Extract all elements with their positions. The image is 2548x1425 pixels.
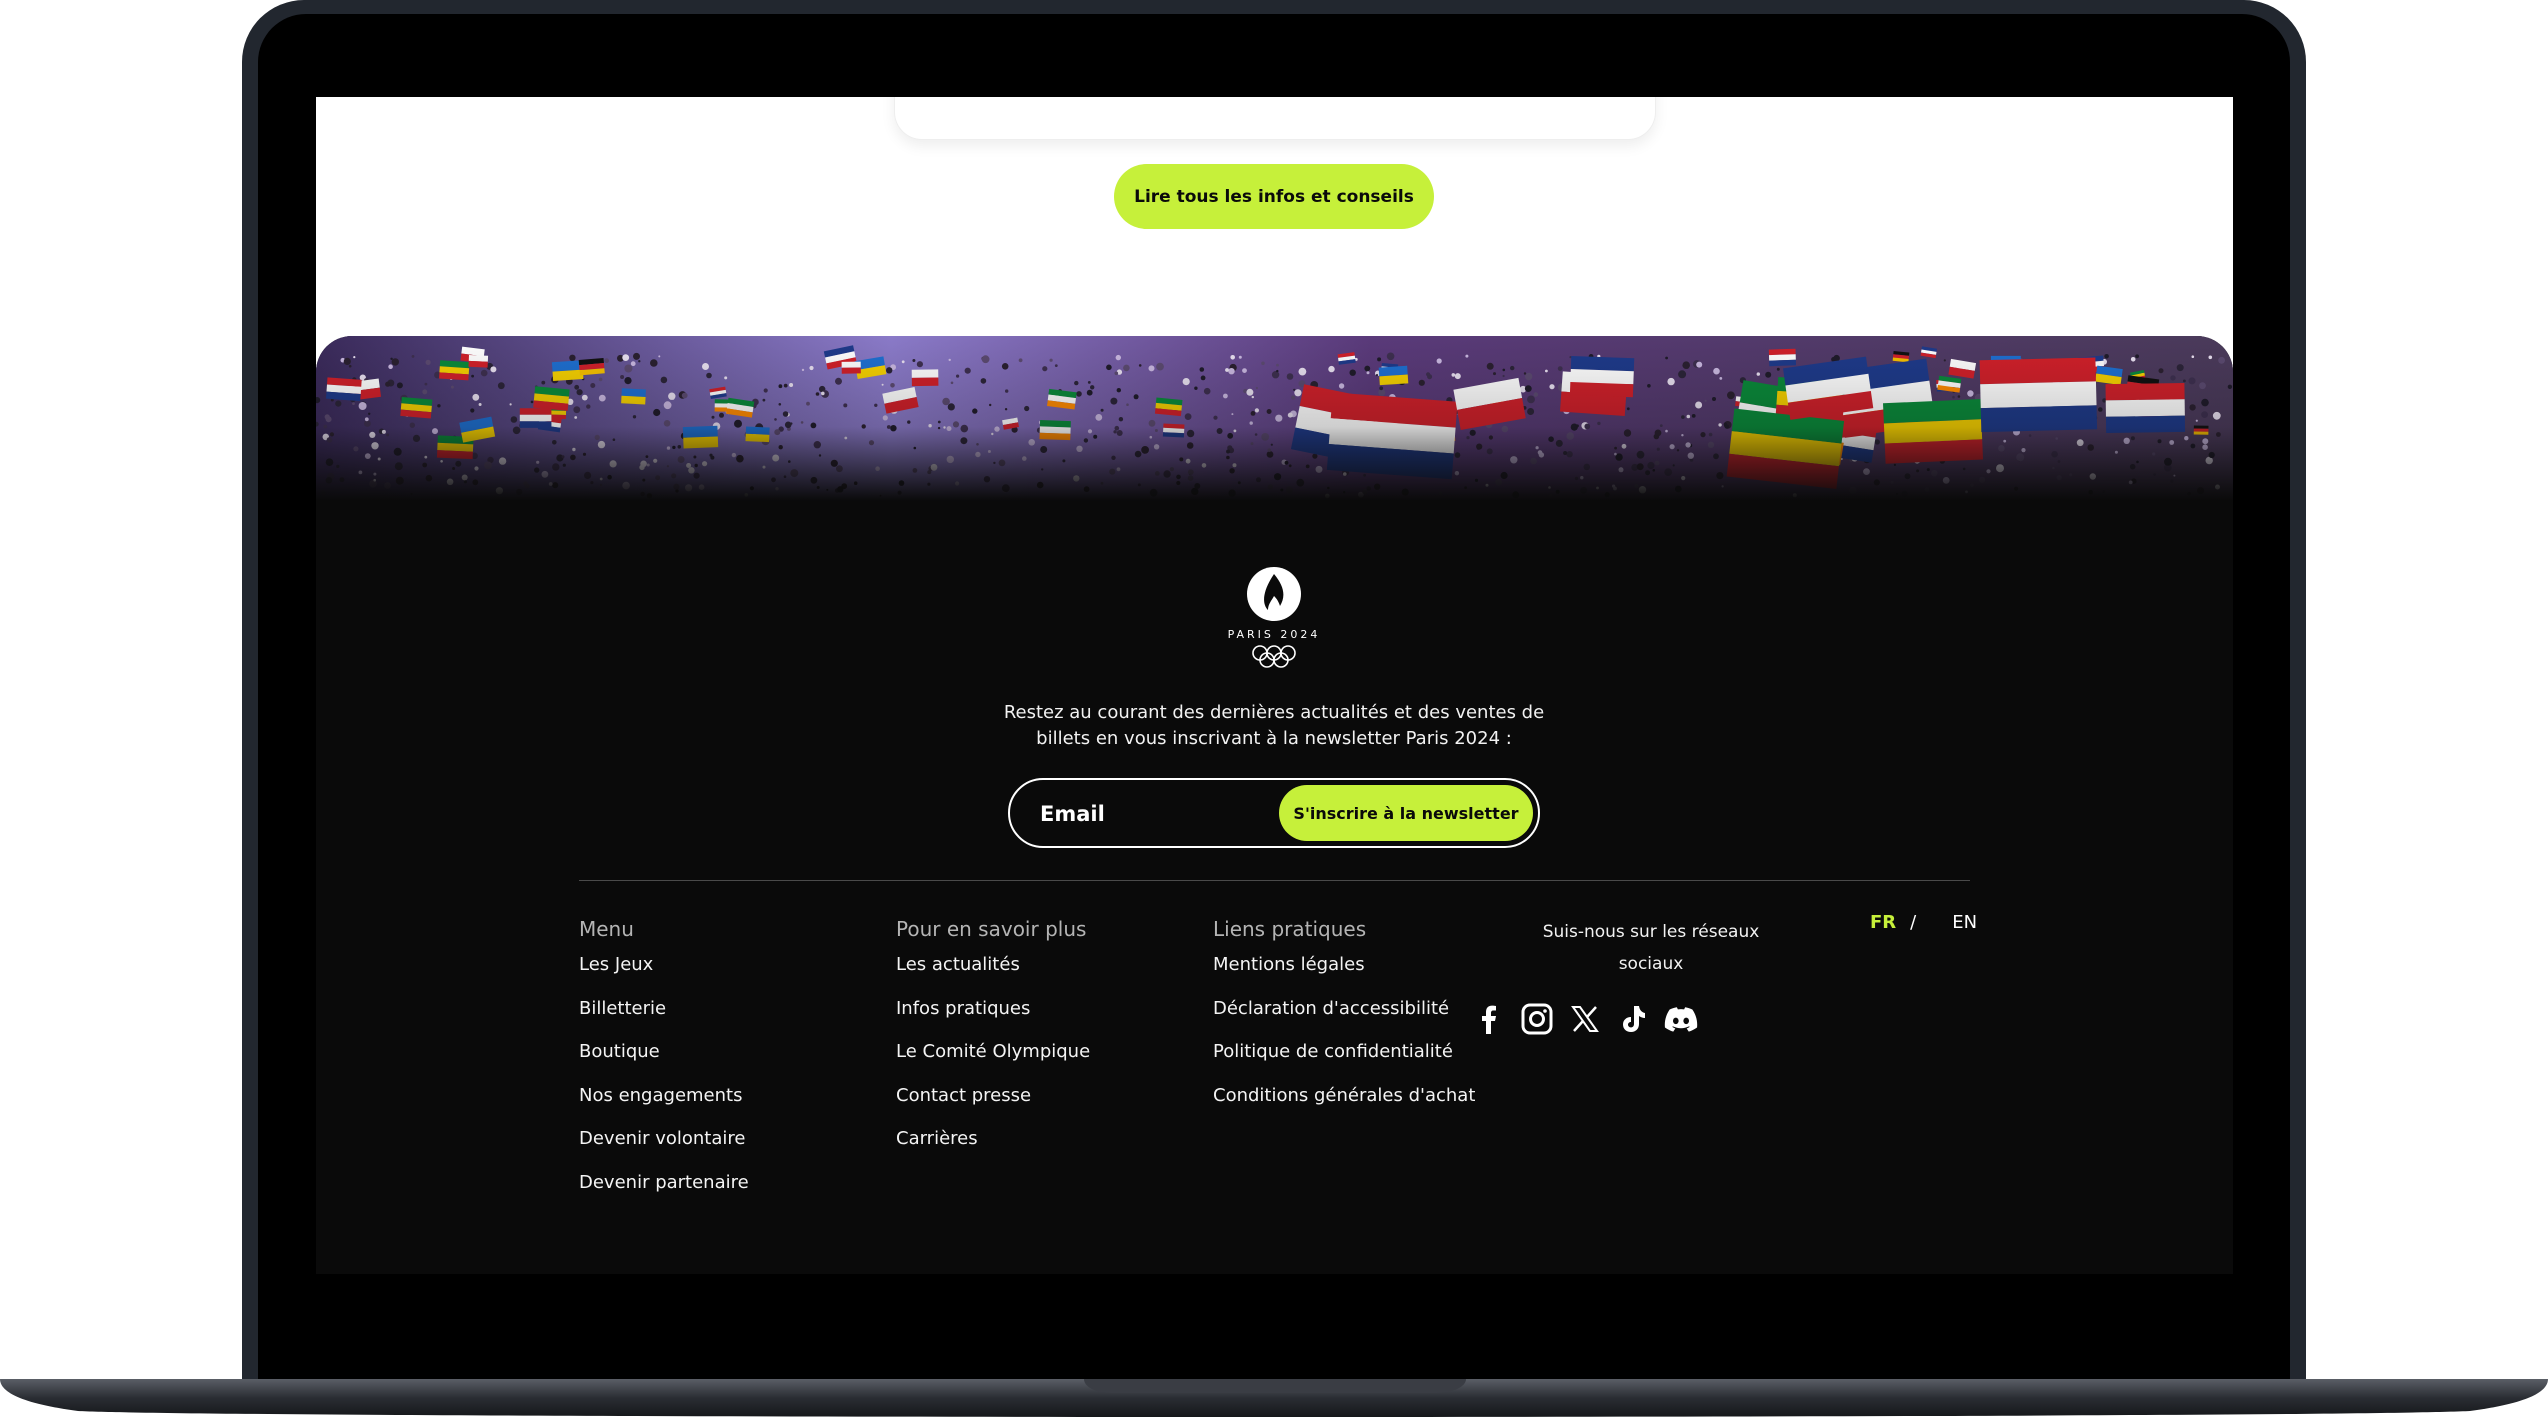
newsletter-form: S'inscrire à la newsletter xyxy=(1008,778,1540,848)
column-title: Menu xyxy=(579,917,634,941)
footer-link[interactable]: Les Jeux xyxy=(579,954,749,998)
facebook-icon[interactable] xyxy=(1472,1002,1506,1036)
footer-link[interactable]: Mentions légales xyxy=(1213,954,1475,998)
crowd-banner-image xyxy=(316,336,2233,501)
subscribe-newsletter-button[interactable]: S'inscrire à la newsletter xyxy=(1279,785,1533,841)
footer-link[interactable]: Conditions générales d'achat xyxy=(1213,1085,1475,1129)
footer-link[interactable]: Les actualités xyxy=(896,954,1090,998)
footer-link[interactable]: Boutique xyxy=(579,1041,749,1085)
laptop-base xyxy=(0,1379,2548,1421)
footer-column-menu: Menu Les Jeux Billetterie Boutique Nos e… xyxy=(579,916,749,1215)
language-fr[interactable]: FR xyxy=(1870,912,1896,933)
language-en[interactable]: EN xyxy=(1952,912,1977,933)
footer-link[interactable]: Politique de confidentialité xyxy=(1213,1041,1475,1085)
social-icons xyxy=(1472,1002,1846,1036)
footer-link[interactable]: Déclaration d'accessibilité xyxy=(1213,998,1475,1042)
paris-2024-logo[interactable]: PARIS 2024 xyxy=(1226,566,1322,676)
social-section: Suis-nous sur les réseaux sociaux xyxy=(1482,916,1846,1036)
read-all-info-button[interactable]: Lire tous les infos et conseils xyxy=(1114,164,1434,229)
footer-column-practical-links: Liens pratiques Mentions légales Déclara… xyxy=(1213,916,1475,1128)
browser-viewport: Lire tous les infos et conseils PARIS 20… xyxy=(316,97,2233,1274)
language-separator: / xyxy=(1910,912,1917,933)
footer-link[interactable]: Devenir partenaire xyxy=(579,1172,749,1216)
footer-link[interactable]: Carrières xyxy=(896,1128,1090,1172)
language-switcher: FR / EN xyxy=(1870,912,1977,933)
footer-divider xyxy=(579,880,1970,881)
logo-text: PARIS 2024 xyxy=(1228,628,1321,641)
instagram-icon[interactable] xyxy=(1520,1002,1554,1036)
footer-link[interactable]: Billetterie xyxy=(579,998,749,1042)
content-card xyxy=(894,97,1656,140)
footer-column-learn-more: Pour en savoir plus Les actualités Infos… xyxy=(896,916,1090,1172)
site-footer: PARIS 2024 Restez au courant des dernièr… xyxy=(316,336,2233,1274)
discord-icon[interactable] xyxy=(1664,1002,1698,1036)
x-icon[interactable] xyxy=(1568,1002,1602,1036)
column-title: Pour en savoir plus xyxy=(896,917,1087,941)
column-title: Liens pratiques xyxy=(1213,917,1367,941)
footer-link[interactable]: Devenir volontaire xyxy=(579,1128,749,1172)
social-title: Suis-nous sur les réseaux sociaux xyxy=(1542,922,1760,974)
newsletter-description: Restez au courant des dernières actualit… xyxy=(1003,702,1545,749)
footer-link[interactable]: Infos pratiques xyxy=(896,998,1090,1042)
email-input[interactable] xyxy=(1038,780,1262,848)
footer-link[interactable]: Nos engagements xyxy=(579,1085,749,1129)
footer-link[interactable]: Contact presse xyxy=(896,1085,1090,1129)
footer-link[interactable]: Le Comité Olympique xyxy=(896,1041,1090,1085)
tiktok-icon[interactable] xyxy=(1616,1002,1650,1036)
